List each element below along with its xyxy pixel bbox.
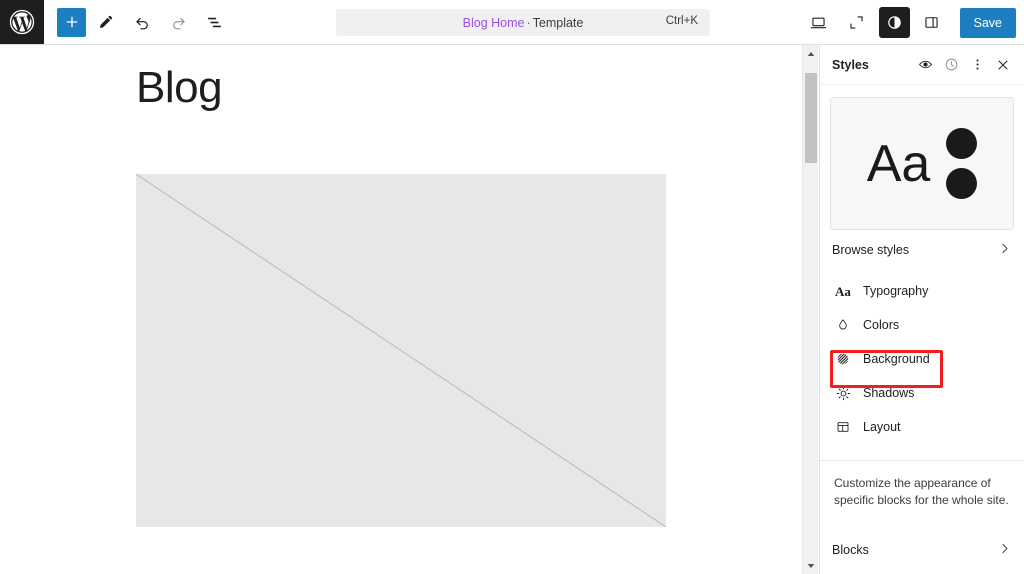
blocks-link[interactable]: Blocks (820, 530, 1024, 570)
command-bar-label: Blog Home · Template (463, 16, 584, 30)
redo-button[interactable] (162, 6, 194, 38)
featured-image-placeholder[interactable] (136, 174, 666, 527)
editor-header-toolbar: Blog Home · Template Ctrl+K Save (0, 0, 1024, 45)
styles-menu-item-background[interactable]: Background (820, 342, 1024, 376)
view-device-button[interactable] (803, 7, 835, 39)
layout-grid-icon (834, 418, 852, 436)
scrollbar-up-arrow-icon[interactable] (803, 45, 819, 62)
browse-styles-label: Browse styles (832, 243, 910, 257)
styles-menu-item-label: Colors (863, 318, 900, 332)
wordpress-site-editor: Blog Home · Template Ctrl+K Save Blog St… (0, 0, 1024, 574)
styles-menu-item-label: Shadows (863, 386, 915, 400)
shadows-sun-icon (834, 384, 852, 402)
styles-menu-item-label: Background (863, 352, 930, 366)
style-preview-card[interactable]: Aa (830, 97, 1014, 230)
blocks-help-text: Customize the appearance of specific blo… (834, 476, 1009, 508)
blocks-link-label: Blocks (832, 542, 869, 557)
command-bar[interactable]: Blog Home · Template Ctrl+K (336, 9, 710, 36)
chevron-right-icon (997, 541, 1012, 559)
style-book-button[interactable] (912, 52, 938, 78)
command-bar-document-name: Blog Home (462, 15, 525, 30)
header-left-tool-group (44, 6, 230, 38)
header-right-tool-group: Save (803, 0, 1016, 45)
styles-button[interactable] (878, 7, 910, 38)
style-preview-sample-text: Aa (866, 134, 931, 193)
browse-styles-link[interactable]: Browse styles (820, 230, 1024, 270)
wordpress-logo-icon[interactable] (0, 0, 44, 44)
zoom-out-button[interactable] (841, 7, 873, 39)
close-styles-button[interactable] (990, 52, 1016, 78)
styles-panel-title: Styles (832, 57, 869, 72)
styles-menu-list: Aa Typography Colors Background Shadows … (820, 274, 1024, 444)
save-button[interactable]: Save (959, 7, 1016, 38)
styles-sidebar: Styles Aa Browse styles Aa Typography Co… (819, 45, 1024, 574)
undo-button[interactable] (126, 6, 158, 38)
color-swatch (946, 168, 978, 199)
command-bar-separator: · (526, 15, 531, 30)
edit-tool-button[interactable] (90, 6, 122, 38)
canvas-content: Blog Hello world! (0, 45, 802, 527)
styles-sidebar-header: Styles (820, 45, 1024, 85)
styles-menu-item-layout[interactable]: Layout (820, 410, 1024, 444)
add-block-button[interactable] (57, 7, 86, 37)
chevron-right-icon (997, 241, 1012, 259)
editor-canvas[interactable]: Blog Hello world! (0, 45, 802, 574)
revisions-button[interactable] (938, 52, 964, 78)
canvas-scrollbar[interactable] (802, 45, 818, 574)
styles-menu-item-label: Typography (863, 284, 929, 298)
document-overview-button[interactable] (198, 6, 230, 38)
typography-aa-icon: Aa (835, 283, 851, 299)
color-swatch (946, 128, 978, 159)
style-preview-swatches (946, 128, 978, 199)
color-droplet-icon (834, 316, 852, 334)
styles-menu-item-typography[interactable]: Aa Typography (820, 274, 1024, 308)
styles-menu-item-colors[interactable]: Colors (820, 308, 1024, 342)
background-hatch-icon (834, 350, 852, 368)
styles-menu-item-shadows[interactable]: Shadows (820, 376, 1024, 410)
command-bar-document-type: Template (532, 15, 584, 30)
command-bar-shortcut: Ctrl+K (665, 15, 698, 27)
scrollbar-thumb[interactable] (805, 73, 817, 163)
scrollbar-down-arrow-icon[interactable] (803, 557, 819, 574)
settings-sidebar-button[interactable] (916, 7, 948, 39)
styles-menu-item-label: Layout (863, 420, 901, 434)
page-title[interactable]: Blog (136, 63, 802, 114)
more-options-button[interactable] (964, 52, 990, 78)
